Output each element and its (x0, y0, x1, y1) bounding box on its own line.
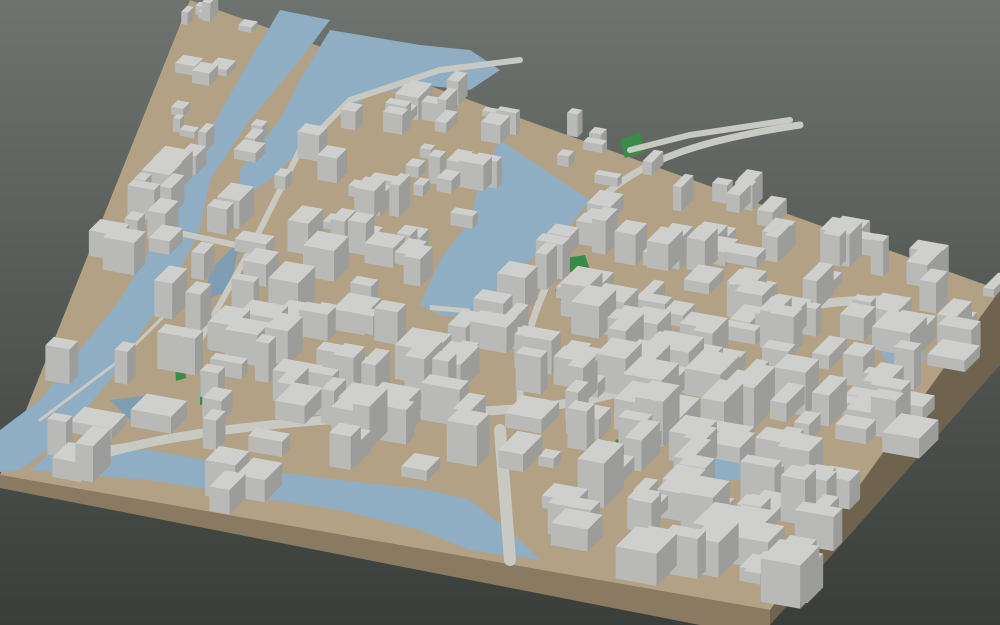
building-block (383, 105, 409, 135)
building-block (374, 299, 406, 345)
building-block (102, 226, 146, 276)
building-block (515, 346, 548, 395)
building-block (317, 145, 347, 184)
building-block (114, 341, 136, 385)
building-block (870, 233, 889, 277)
building-block (567, 107, 583, 138)
building-block (567, 400, 595, 451)
building-block (340, 102, 363, 131)
building-block (614, 219, 648, 266)
building-block (329, 422, 361, 471)
building-block (835, 414, 876, 445)
building-block (535, 242, 557, 290)
building-block (207, 199, 234, 235)
map-viewport[interactable] (0, 0, 1000, 625)
building-block (446, 408, 490, 467)
building-block (458, 152, 492, 192)
building-block (298, 301, 336, 342)
building-block (202, 408, 226, 451)
building-block (157, 323, 204, 376)
city-3d-model[interactable] (0, 0, 1000, 625)
building-block (822, 227, 847, 267)
building-block (45, 336, 78, 385)
